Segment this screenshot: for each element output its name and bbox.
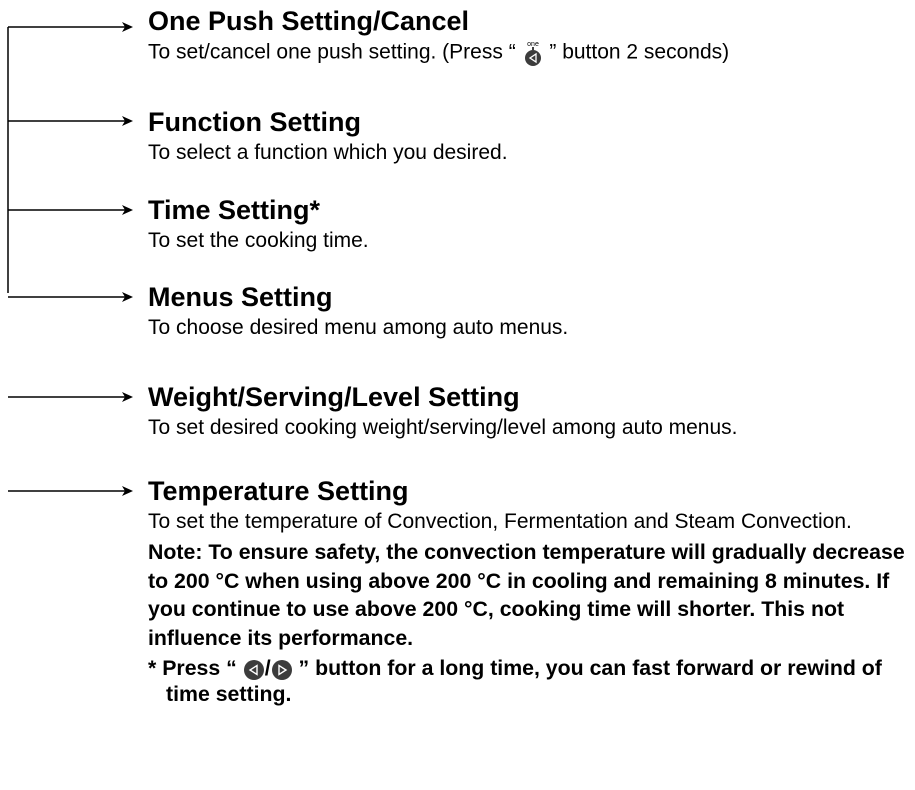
item-description: To choose desired menu among auto menus. [148,316,569,339]
setting-item-time: Time Setting* To set the cooking time. [148,195,908,253]
item-description: To set the cooking time. [148,229,369,252]
right-arrow-button-icon [271,659,293,681]
item-description: To set/cancel one push setting. (Press “… [148,39,908,67]
item-description: To set desired cooking weight/serving/le… [148,416,738,439]
item-title: Menus Setting [148,282,333,312]
setting-item-weight-serving-level: Weight/Serving/Level Setting To set desi… [148,382,908,440]
item-description: To select a function which you desired. [148,141,508,164]
safety-note: Note: To ensure safety, the convection t… [148,540,905,650]
setting-item-temperature: Temperature Setting To set the temperatu… [148,476,908,707]
one-push-left-button-icon: one [522,39,544,67]
setting-item-menus: Menus Setting To choose desired menu amo… [148,282,908,340]
item-title: Weight/Serving/Level Setting [148,382,520,412]
desc-text-after: ” button 2 seconds) [543,40,730,64]
icon-caption: one [527,41,539,48]
item-description: To set the temperature of Convection, Fe… [148,510,852,533]
bracket-connector [7,22,133,496]
setting-item-function: Function Setting To select a function wh… [148,107,908,165]
item-title: One Push Setting/Cancel [148,6,470,36]
fast-forward-footnote: * Press “ / ” button for a long time, yo… [148,655,915,707]
setting-item-one-push: One Push Setting/Cancel To set/cancel on… [148,6,908,67]
item-title: Function Setting [148,107,361,137]
footnote-text-before: * Press “ [148,656,243,681]
item-title: Time Setting* [148,195,321,225]
left-arrow-button-icon [243,659,265,681]
item-title: Temperature Setting [148,476,409,506]
desc-text-before: To set/cancel one push setting. (Press “ [148,40,522,64]
